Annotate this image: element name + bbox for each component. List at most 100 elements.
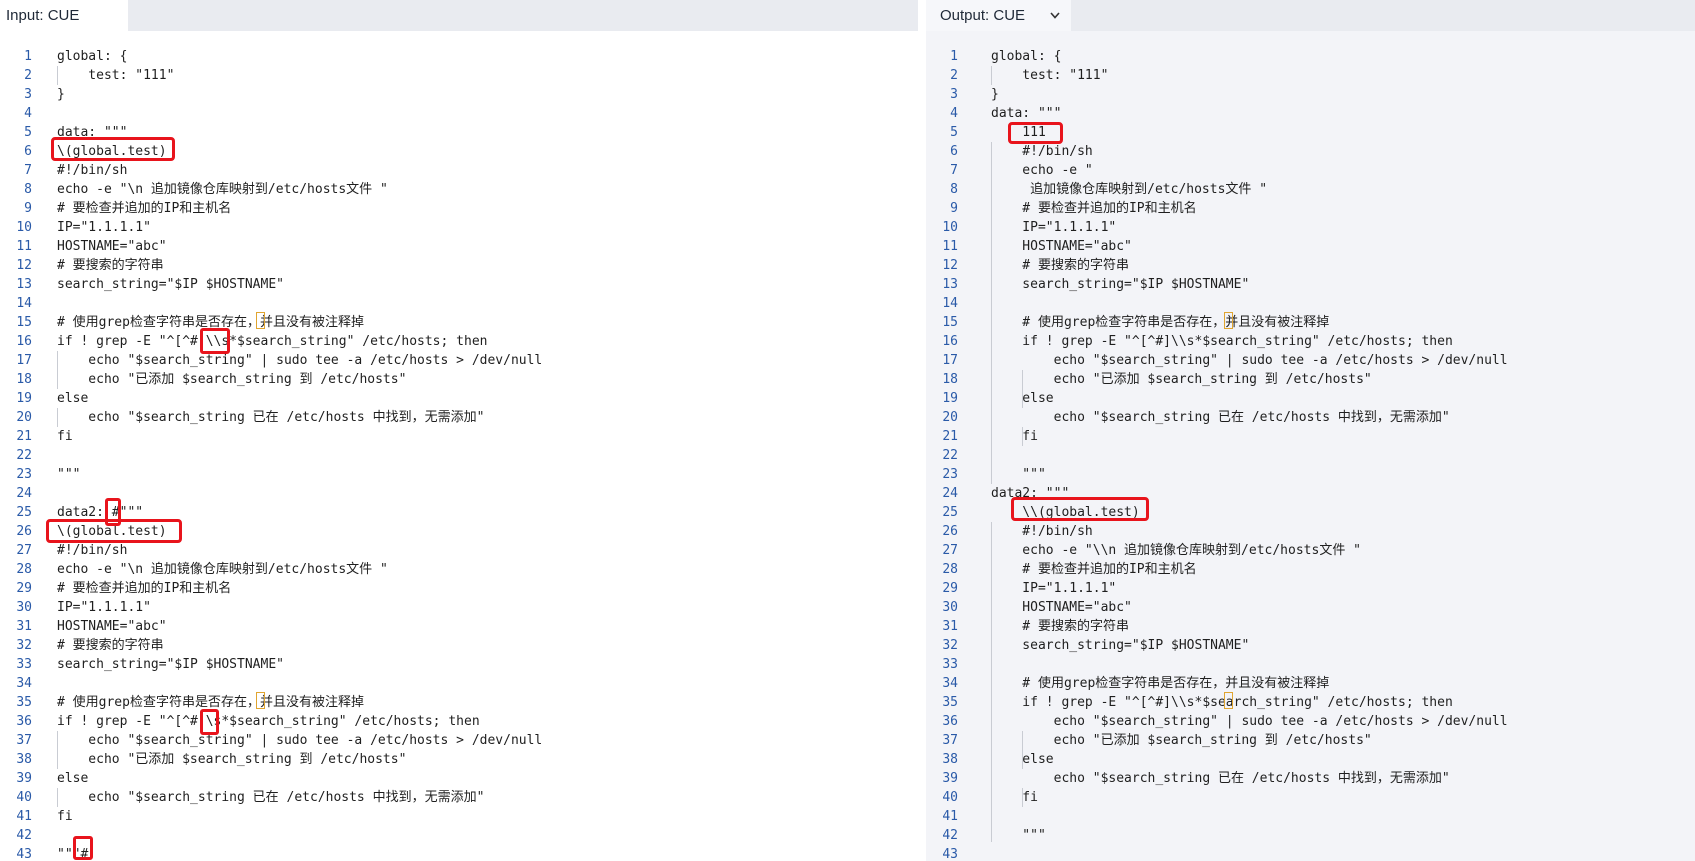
- line-number: 14: [942, 296, 958, 311]
- line-number: 10: [16, 220, 32, 235]
- code-text: fi: [57, 429, 73, 444]
- line-number: 20: [942, 410, 958, 425]
- line-number: 17: [16, 353, 32, 368]
- code-text: \(global.test): [57, 524, 167, 539]
- code-text: }: [57, 87, 65, 102]
- code-text: # 使用grep检查字符串是否存在，并且没有被注释掉: [57, 695, 364, 710]
- code-text: """#: [57, 847, 89, 861]
- code-text: IP="1.1.1.1": [991, 581, 1117, 596]
- code-text: \(global.test): [57, 144, 167, 159]
- line-number: 26: [16, 524, 32, 539]
- input-editor[interactable]: 1 global: {2 test: "111" 3} 4 5 data: """ 6 \(g…: [0, 31, 918, 861]
- line-number: 6: [24, 144, 32, 159]
- code-text: IP="1.1.1.1": [57, 600, 151, 615]
- code-text: echo "已添加 $search_string 到 /etc/hosts": [991, 733, 1372, 748]
- code-text: if ! grep -E "^[^#]\\s*$search_string" /…: [991, 334, 1453, 349]
- line-number: 25: [942, 505, 958, 520]
- code-text: fi: [991, 790, 1038, 805]
- line-number: 29: [16, 581, 32, 596]
- line-number: 35: [942, 695, 958, 710]
- line-number: 11: [942, 239, 958, 254]
- line-number: 1: [24, 49, 32, 64]
- line-number: 41: [942, 809, 958, 824]
- input-tabbar: Input: CUE: [0, 0, 918, 31]
- line-number: 17: [942, 353, 958, 368]
- tab-input-cue[interactable]: Input: CUE: [0, 0, 128, 31]
- line-number: 12: [942, 258, 958, 273]
- code-text: echo "$search_string 已在 /etc/hosts 中找到，无…: [57, 410, 485, 425]
- line-number: 8: [950, 182, 958, 197]
- code-text: #!/bin/sh: [991, 524, 1093, 539]
- tab-output-cue[interactable]: Output: CUE: [926, 0, 1071, 31]
- code-text: HOSTNAME="abc": [991, 600, 1132, 615]
- line-number: 22: [942, 448, 958, 463]
- code-text: search_string="$IP $HOSTNAME": [57, 277, 284, 292]
- code-text: if ! grep -E "^[^#]\s*$search_string" /e…: [57, 714, 480, 729]
- line-number: 23: [942, 467, 958, 482]
- indent-guide: [991, 66, 992, 85]
- code-text: #!/bin/sh: [57, 163, 128, 178]
- line-number: 5: [950, 125, 958, 140]
- line-number: 3: [24, 87, 32, 102]
- code-text: """: [991, 467, 1046, 482]
- code-text: if ! grep -E "^[^#]\\s*$search_string" /…: [57, 334, 488, 349]
- output-tabbar: Output: CUE: [926, 0, 1695, 31]
- line-number: 32: [16, 638, 32, 653]
- code-text: echo "已添加 $search_string 到 /etc/hosts": [57, 372, 407, 387]
- pane-divider[interactable]: [918, 0, 926, 861]
- indent-guide: [57, 731, 58, 769]
- code-text: fi: [57, 809, 73, 824]
- line-number: 6: [950, 144, 958, 159]
- line-number: 24: [942, 486, 958, 501]
- code-text: # 要搜索的字符串: [991, 258, 1129, 273]
- indent-guide: [1022, 370, 1023, 408]
- line-number: 2: [24, 68, 32, 83]
- indent-guide: [991, 522, 992, 842]
- line-number: 37: [16, 733, 32, 748]
- code-text: echo -e "\n 追加镜像仓库映射到/etc/hosts文件 ": [57, 562, 388, 577]
- line-number: 3: [950, 87, 958, 102]
- code-text: HOSTNAME="abc": [57, 619, 167, 634]
- line-number: 18: [942, 372, 958, 387]
- code-text: # 要检查并追加的IP和主机名: [991, 201, 1197, 216]
- output-editor[interactable]: 1 global: {2 test: "111" 3} 4 data: """ 5 111…: [926, 31, 1695, 861]
- code-text: # 要搜索的字符串: [991, 619, 1129, 634]
- line-number: 39: [942, 771, 958, 786]
- tab-output-label: Output: CUE: [940, 7, 1026, 24]
- line-number: 18: [16, 372, 32, 387]
- code-text: #!/bin/sh: [57, 543, 128, 558]
- code-text: # 要搜索的字符串: [57, 638, 164, 653]
- line-number: 1: [950, 49, 958, 64]
- code-text: # 要检查并追加的IP和主机名: [991, 562, 1197, 577]
- line-number: 21: [942, 429, 958, 444]
- code-text: data: """: [991, 106, 1062, 121]
- line-number: 8: [24, 182, 32, 197]
- line-number: 7: [950, 163, 958, 178]
- code-text: echo "已添加 $search_string 到 /etc/hosts": [991, 372, 1372, 387]
- line-number: 25: [16, 505, 32, 520]
- code-text: IP="1.1.1.1": [57, 220, 151, 235]
- line-number: 33: [16, 657, 32, 672]
- code-text: if ! grep -E "^[^#]\\s*$search_string" /…: [991, 695, 1453, 710]
- line-number: 11: [16, 239, 32, 254]
- indent-guide: [57, 351, 58, 389]
- code-text: """: [991, 828, 1046, 843]
- line-number: 36: [16, 714, 32, 729]
- line-number: 27: [16, 543, 32, 558]
- code-text: # 要检查并追加的IP和主机名: [57, 201, 232, 216]
- code-text: echo "$search_string 已在 /etc/hosts 中找到，无…: [57, 790, 485, 805]
- line-number: 19: [16, 391, 32, 406]
- line-number: 16: [942, 334, 958, 349]
- line-number: 38: [16, 752, 32, 767]
- code-text: else: [57, 391, 89, 406]
- line-number: 5: [24, 125, 32, 140]
- code-text: 追加镜像仓库映射到/etc/hosts文件 ": [991, 182, 1268, 197]
- indent-guide: [1022, 427, 1023, 446]
- line-number: 15: [16, 315, 32, 330]
- input-pane: Input: CUE 1 global: {2 test: "111" 3} 4 5 da…: [0, 0, 918, 861]
- indent-guide: [57, 66, 58, 85]
- line-number: 28: [942, 562, 958, 577]
- code-text: HOSTNAME="abc": [57, 239, 167, 254]
- line-number: 33: [942, 657, 958, 672]
- line-number: 2: [950, 68, 958, 83]
